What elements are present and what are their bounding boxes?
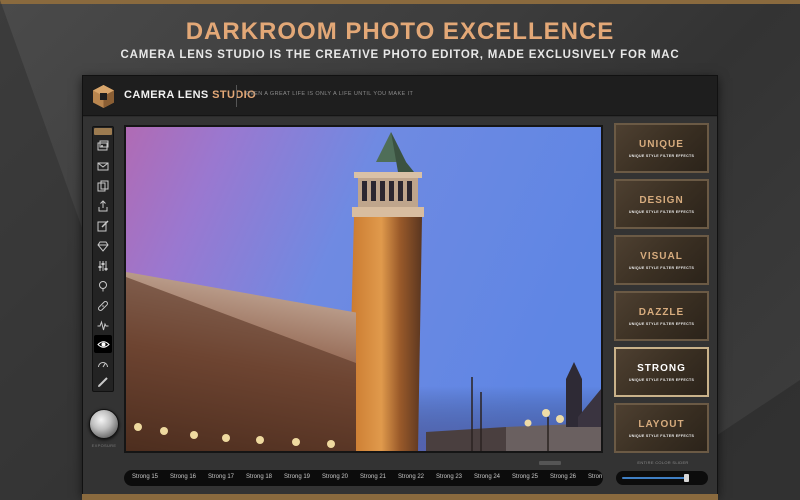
filter-subtitle: UNIQUE STYLE FILTER EFFECTS (628, 321, 695, 326)
filter-strong[interactable]: STRONG UNIQUE STYLE FILTER EFFECTS (614, 347, 709, 397)
filter-design[interactable]: DESIGN UNIQUE STYLE FILTER EFFECTS (614, 179, 709, 229)
preset-item[interactable]: Strong 24 (474, 474, 500, 480)
app-tagline: EVEN A GREAT LIFE IS ONLY A LIFE UNTIL Y… (246, 91, 414, 97)
pencil-icon[interactable] (94, 373, 112, 391)
filter-subtitle: UNIQUE STYLE FILTER EFFECTS (628, 265, 695, 270)
filter-visual[interactable]: VISUAL UNIQUE STYLE FILTER EFFECTS (614, 235, 709, 285)
preset-item[interactable]: Strong 23 (436, 474, 462, 480)
tool-sidebar (92, 126, 114, 392)
preset-item[interactable]: Strong 25 (512, 474, 538, 480)
filter-name: LAYOUT (638, 418, 685, 430)
preset-item[interactable]: Strong 21 (360, 474, 386, 480)
hero-subtitle: CAMERA LENS STUDIO IS THE CREATIVE PHOTO… (120, 49, 680, 61)
photo-canvas[interactable] (124, 125, 603, 453)
preset-strip-handle[interactable] (539, 461, 561, 465)
preset-item[interactable]: Strong 18 (246, 474, 272, 480)
header-divider (236, 85, 237, 107)
toolbar-grip[interactable] (94, 128, 112, 135)
preset-item[interactable]: Strong 19 (284, 474, 310, 480)
preset-item[interactable]: Strong 22 (398, 474, 424, 480)
filter-name: VISUAL (640, 250, 683, 262)
preset-strip[interactable]: Strong 15 Strong 16 Strong 17 Strong 18 … (124, 470, 603, 486)
preset-item[interactable]: Strong 26 (550, 474, 576, 480)
filter-subtitle: UNIQUE STYLE FILTER EFFECTS (628, 153, 695, 158)
sliders-icon[interactable] (94, 257, 112, 275)
filter-dazzle[interactable]: DAZZLE UNIQUE STYLE FILTER EFFECTS (614, 291, 709, 341)
filter-name: DESIGN (639, 194, 684, 206)
bandage-icon[interactable] (94, 297, 112, 315)
filter-name: UNIQUE (639, 138, 684, 150)
edit-icon[interactable] (94, 217, 112, 235)
exposure-knob[interactable] (89, 409, 119, 439)
app-window: CAMERA LENS STUDIO EVEN A GREAT LIFE IS … (82, 75, 718, 495)
slider-label: ENTIRE COLOR SLIDER (637, 460, 689, 465)
hero-title: DARKROOM PHOTO EXCELLENCE (185, 18, 615, 45)
filter-subtitle: UNIQUE STYLE FILTER EFFECTS (628, 433, 695, 438)
eye-icon[interactable] (94, 335, 112, 353)
photos-icon[interactable] (94, 137, 112, 155)
filter-name: DAZZLE (638, 306, 685, 318)
diamond-icon[interactable] (94, 237, 112, 255)
preset-item[interactable]: Strong 15 (132, 474, 158, 480)
pin-icon[interactable] (94, 277, 112, 295)
slider-thumb[interactable] (684, 474, 689, 482)
photo-image (126, 127, 601, 451)
bottom-accent-bar (82, 494, 718, 500)
preset-item[interactable]: Strong 16 (170, 474, 196, 480)
waveform-icon[interactable] (94, 317, 112, 335)
preset-item[interactable]: Strong 17 (208, 474, 234, 480)
share-icon[interactable] (94, 197, 112, 215)
filter-unique[interactable]: UNIQUE UNIQUE STYLE FILTER EFFECTS (614, 123, 709, 173)
filter-layout[interactable]: LAYOUT UNIQUE STYLE FILTER EFFECTS (614, 403, 709, 453)
filter-subtitle: UNIQUE STYLE FILTER EFFECTS (628, 377, 695, 382)
app-name-main: CAMERA LENS (124, 89, 213, 101)
app-logo-icon (93, 85, 114, 108)
app-header: CAMERA LENS STUDIO EVEN A GREAT LIFE IS … (83, 76, 717, 116)
color-slider[interactable] (616, 471, 708, 485)
slider-fill (622, 477, 686, 479)
mail-icon[interactable] (94, 157, 112, 175)
copy-icon[interactable] (94, 177, 112, 195)
editor-body: EXPOSURE UNIQUE UNIQUE STYLE FILTER EFFE… (83, 117, 717, 494)
preset-item[interactable]: Stron (588, 474, 602, 480)
filter-name: STRONG (637, 362, 686, 374)
knob-label: EXPOSURE (91, 443, 117, 448)
filter-subtitle: UNIQUE STYLE FILTER EFFECTS (628, 209, 695, 214)
preset-item[interactable]: Strong 20 (322, 474, 348, 480)
gauge-icon[interactable] (94, 355, 112, 373)
